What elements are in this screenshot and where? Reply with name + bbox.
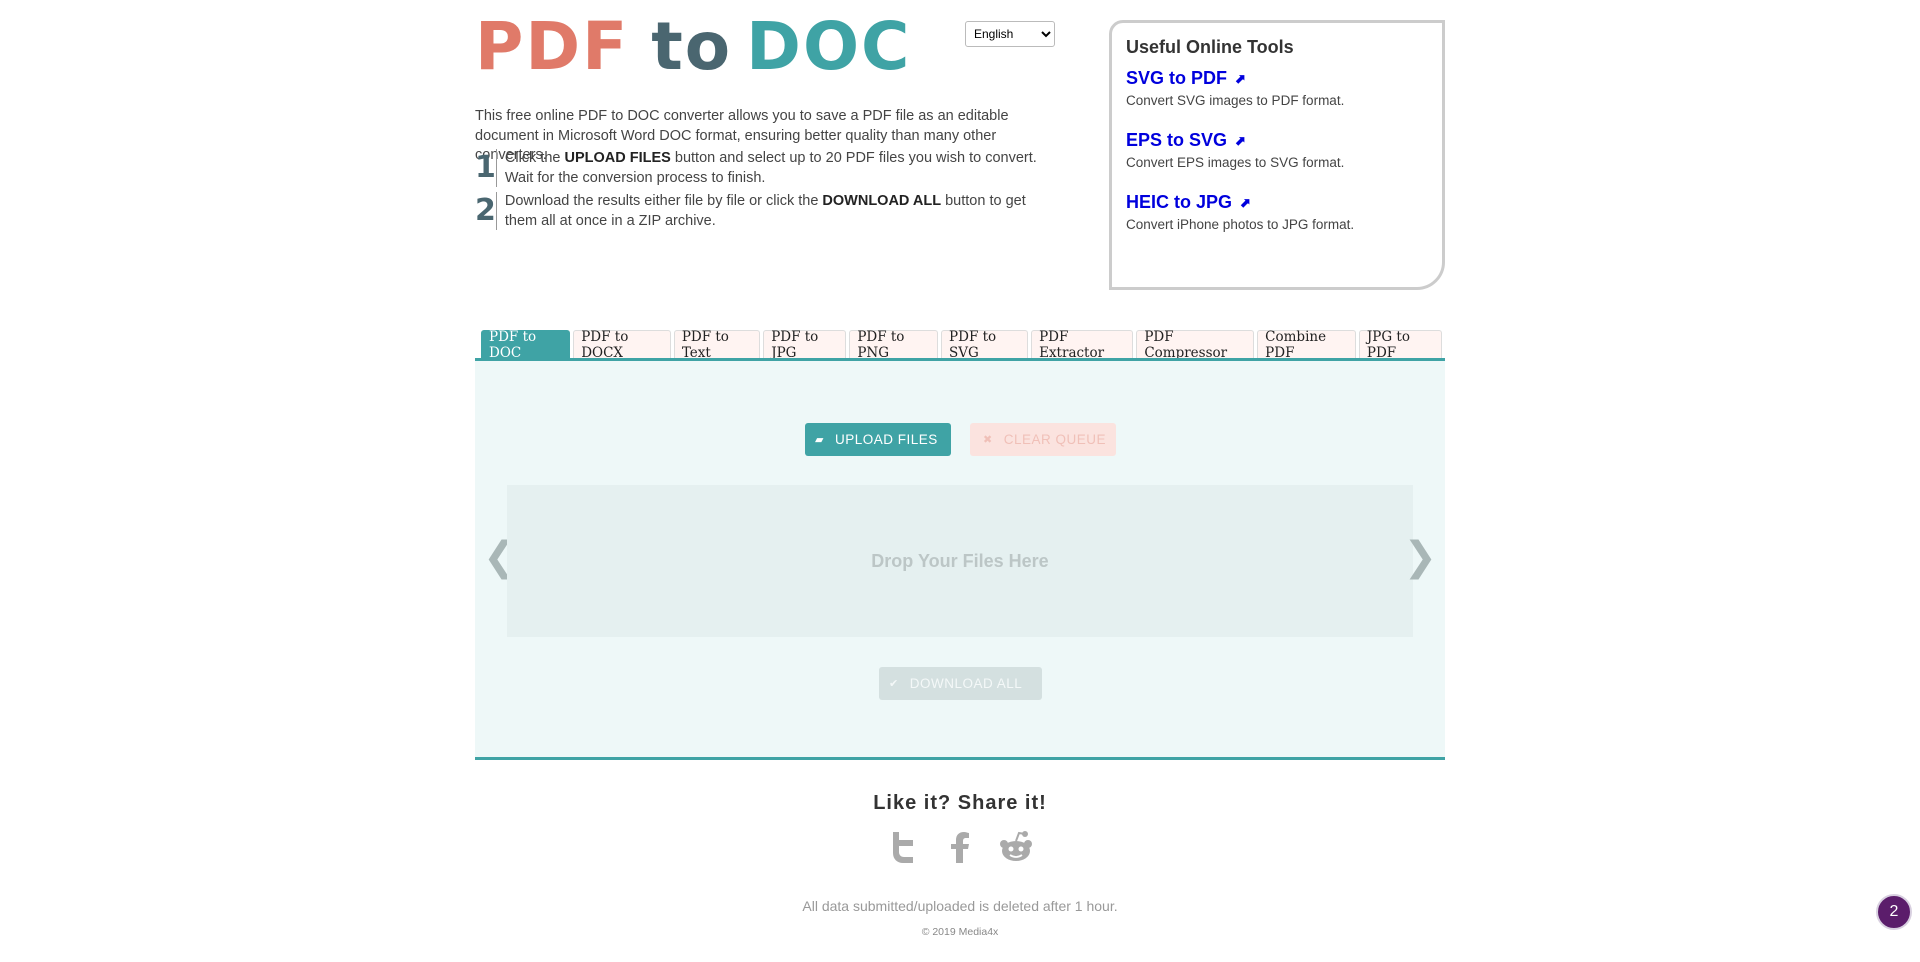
twitter-icon[interactable]: [885, 828, 923, 866]
tool-item: HEIC to JPG ⬈ Convert iPhone photos to JP…: [1126, 192, 1428, 232]
tool-item: SVG to PDF ⬈ Convert SVG images to PDF fo…: [1126, 68, 1428, 108]
share-icons: [885, 828, 1035, 866]
tab-pdf-to-docx[interactable]: PDF to DOCX: [573, 329, 671, 361]
converter-panel: ▰ UPLOAD FILES ✖ CLEAR QUEUE ❮ Drop Your…: [475, 358, 1445, 760]
check-icon: ✔: [889, 678, 899, 690]
tab-pdf-to-png[interactable]: PDF to PNG: [849, 329, 939, 361]
step-text: Download the results either file by file…: [495, 192, 1055, 230]
language-select[interactable]: English: [965, 21, 1055, 47]
tab-jpg-to-pdf[interactable]: JPG to PDF: [1358, 329, 1442, 361]
folder-open-icon: ▰: [815, 434, 824, 446]
tool-description: Convert SVG images to PDF format.: [1126, 93, 1345, 108]
copyright: © 2019 Media4x: [921, 926, 999, 938]
step-2: 2 Download the results either file by fi…: [475, 192, 1055, 230]
step-bold: DOWNLOAD ALL: [822, 193, 942, 209]
logo-to-text: to: [651, 8, 733, 85]
reddit-icon[interactable]: [997, 828, 1035, 866]
chevron-right-icon[interactable]: ❯: [1403, 537, 1437, 577]
tool-link-eps-to-svg[interactable]: EPS to SVG ⬈: [1126, 130, 1428, 151]
useful-tools-box: Useful Online Tools SVG to PDF ⬈ Convert …: [1109, 20, 1445, 290]
upload-files-button[interactable]: ▰ UPLOAD FILES: [805, 423, 951, 456]
tab-pdf-to-jpg[interactable]: PDF to JPG: [763, 329, 847, 361]
clear-queue-button[interactable]: ✖ CLEAR QUEUE: [970, 423, 1116, 456]
page-wrapper: PDF to DOC English This free online PDF …: [475, 0, 1445, 962]
notification-badge[interactable]: 2: [1876, 894, 1912, 930]
external-link-icon: ⬈: [1235, 70, 1246, 86]
tool-item: EPS to SVG ⬈ Convert EPS images to SVG fo…: [1126, 130, 1428, 170]
tool-link-svg-to-pdf[interactable]: SVG to PDF ⬈: [1126, 68, 1428, 89]
logo[interactable]: PDF to DOC: [475, 8, 912, 85]
tool-link-heic-to-jpg[interactable]: HEIC to JPG ⬈: [1126, 192, 1428, 213]
tool-description: Convert iPhone photos to JPG format.: [1126, 217, 1355, 232]
external-link-icon: ⬈: [1240, 194, 1251, 210]
tools-title: Useful Online Tools: [1126, 37, 1294, 57]
facebook-icon[interactable]: [941, 828, 979, 866]
tab-pdf-extractor[interactable]: PDF Extractor: [1031, 329, 1134, 361]
logo-to: to: [651, 14, 732, 80]
external-link-icon: ⬈: [1235, 132, 1246, 148]
tool-description: Convert EPS images to SVG format.: [1126, 155, 1345, 170]
tab-combine-pdf[interactable]: Combine PDF: [1257, 329, 1356, 361]
converter-tabs: PDF to DOC PDF to DOCX PDF to Text PDF t…: [481, 329, 1445, 361]
step-bold: UPLOAD FILES: [564, 150, 671, 166]
drop-zone[interactable]: Drop Your Files Here: [507, 485, 1413, 637]
step-1: 1 Click the UPLOAD FILES button and sele…: [475, 149, 1055, 187]
tab-pdf-compressor[interactable]: PDF Compressor: [1136, 329, 1255, 361]
close-icon: ✖: [983, 434, 993, 446]
tab-pdf-to-text[interactable]: PDF to Text: [673, 329, 761, 361]
step-number: 1: [475, 150, 496, 185]
download-all-button[interactable]: ✔ DOWNLOAD ALL: [879, 667, 1042, 700]
tab-pdf-to-doc[interactable]: PDF to DOC: [481, 329, 571, 361]
data-deletion-note: All data submitted/uploaded is deleted a…: [802, 898, 1118, 914]
step-text: Click the UPLOAD FILES button and select…: [495, 149, 1055, 187]
step-number: 2: [475, 193, 496, 228]
share-title: Like it? Share it!: [873, 792, 1047, 814]
logo-pdf: PDF: [475, 8, 630, 85]
tab-pdf-to-svg[interactable]: PDF to SVG: [941, 329, 1029, 361]
logo-doc: DOC: [746, 8, 912, 85]
drop-zone-text: Drop Your Files Here: [871, 550, 1049, 571]
